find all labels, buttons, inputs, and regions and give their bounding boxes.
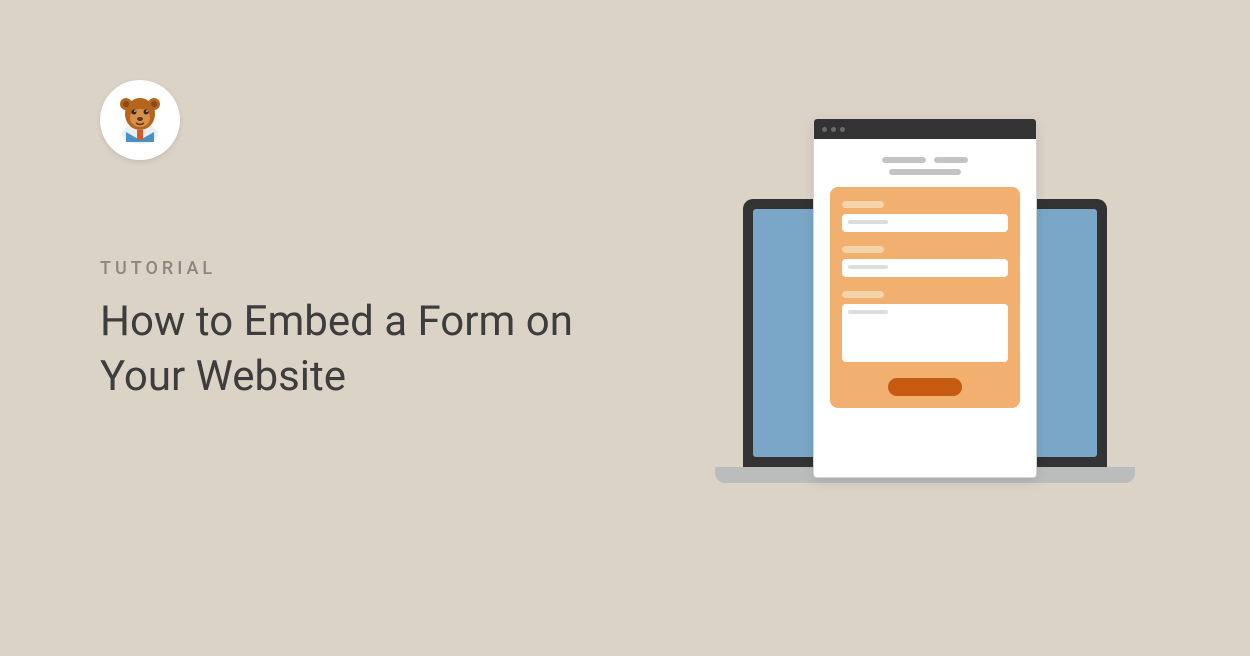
form-textarea-placeholder	[842, 304, 1008, 362]
embedded-form-card	[830, 187, 1020, 408]
hero-text-block: TUTORIAL How to Embed a Form on Your Web…	[100, 258, 620, 404]
page-title: How to Embed a Form on Your Website	[100, 295, 620, 404]
form-field-label-placeholder	[842, 201, 884, 208]
text-placeholder	[934, 157, 968, 163]
window-dot-icon	[822, 127, 827, 132]
form-input-placeholder	[842, 214, 1008, 232]
input-text-placeholder	[848, 265, 888, 269]
window-dot-icon	[831, 127, 836, 132]
input-text-placeholder	[848, 220, 888, 224]
form-field-label-placeholder	[842, 291, 884, 298]
hero-illustration	[715, 118, 1135, 508]
input-text-placeholder	[848, 310, 888, 314]
text-placeholder	[882, 157, 926, 163]
window-dot-icon	[840, 127, 845, 132]
bear-mascot-icon	[112, 92, 168, 148]
category-label: TUTORIAL	[100, 258, 620, 279]
brand-logo-avatar	[100, 80, 180, 160]
browser-titlebar	[814, 119, 1036, 139]
browser-window	[813, 118, 1037, 478]
form-submit-button-placeholder	[888, 378, 962, 396]
form-field-label-placeholder	[842, 246, 884, 253]
browser-content	[814, 139, 1036, 422]
text-placeholder	[889, 169, 961, 175]
form-input-placeholder	[842, 259, 1008, 277]
